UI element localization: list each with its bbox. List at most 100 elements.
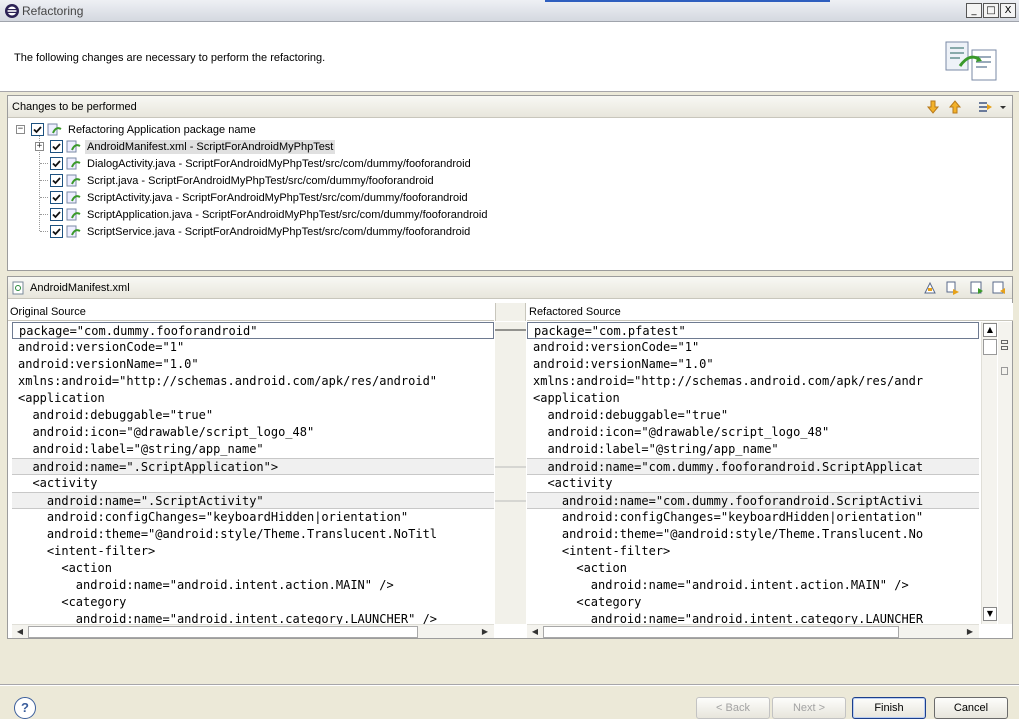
compare-file-title: AndroidManifest.xml <box>30 282 130 294</box>
close-button[interactable]: X <box>1000 3 1016 18</box>
scroll-left-button[interactable]: ◀ <box>14 626 26 638</box>
tree-connector <box>40 214 48 215</box>
refactored-code-line: <intent-filter> <box>533 544 671 558</box>
refactored-code-line: <category <box>533 595 642 609</box>
refactored-code-line: android:name="android.intent.action.MAIN… <box>533 578 909 592</box>
expand-toggle[interactable]: + <box>35 142 44 151</box>
next-difference-icon[interactable] <box>969 280 985 296</box>
compare-panel: AndroidManifest.xml Original Source Refa… <box>7 276 1013 639</box>
next-change-arrow-icon[interactable] <box>925 99 941 115</box>
original-code-line: <activity <box>18 476 98 490</box>
change-item[interactable]: + AndroidManifest.xml - ScriptForAndroidM… <box>35 138 336 155</box>
checkmark-icon <box>52 194 61 202</box>
window-title: Refactoring <box>22 4 84 18</box>
refactored-horizontal-scrollbar[interactable]: ◀ ▶ <box>527 624 979 638</box>
button-bar-separator-highlight <box>0 685 1019 686</box>
file-change-icon <box>66 208 81 220</box>
change-checkbox[interactable] <box>50 140 63 153</box>
scroll-down-button[interactable]: ▼ <box>983 607 997 621</box>
original-code-line: android:versionCode="1" <box>18 340 185 354</box>
refactored-code-line: android:icon="@drawable/script_logo_48" <box>533 425 830 439</box>
file-change-icon <box>66 191 81 203</box>
maximize-button[interactable]: □ <box>983 3 999 18</box>
tree-connector <box>40 163 48 164</box>
change-checkbox[interactable] <box>50 225 63 238</box>
next-button[interactable]: Next > <box>772 697 846 719</box>
collapse-toggle[interactable]: − <box>16 125 25 134</box>
checkmark-icon <box>52 160 61 168</box>
scroll-thumb[interactable] <box>28 626 418 638</box>
checkmark-icon <box>52 177 61 185</box>
refactoring-change-icon <box>47 123 62 135</box>
scroll-right-button[interactable]: ▶ <box>964 626 976 638</box>
original-source-editor[interactable]: package="com.dummy.fooforandroid" android… <box>12 322 494 624</box>
help-button[interactable]: ? <box>14 697 36 719</box>
refactored-code-line: android:versionName="1.0" <box>533 357 714 371</box>
previous-difference-icon[interactable] <box>991 280 1007 296</box>
change-item[interactable]: DialogActivity.java - ScriptForAndroidMy… <box>50 155 473 172</box>
change-item-label: DialogActivity.java - ScriptForAndroidMy… <box>87 157 471 170</box>
refactored-code-line: android:name="com.dummy.fooforandroid.Sc… <box>527 492 979 509</box>
copy-change-icon[interactable] <box>945 280 961 296</box>
wizard-message: The following changes are necessary to p… <box>14 52 326 64</box>
scroll-up-button[interactable]: ▲ <box>983 323 997 337</box>
refactored-code-line: android:name="com.dummy.fooforandroid.Sc… <box>527 458 979 475</box>
refactoring-wizard-icon <box>945 41 997 81</box>
refactored-code-line: xmlns:android="http://schemas.android.co… <box>533 374 924 388</box>
finish-button[interactable]: Finish <box>852 697 926 719</box>
change-checkbox[interactable] <box>50 157 63 170</box>
scroll-thumb[interactable] <box>543 626 899 638</box>
file-change-icon <box>66 225 81 237</box>
original-code-line: android:versionName="1.0" <box>18 357 199 371</box>
filter-changes-icon[interactable] <box>978 99 994 115</box>
change-item-label: Script.java - ScriptForAndroidMyPhpTest/… <box>87 174 434 187</box>
original-code-line: <action <box>18 561 112 575</box>
original-horizontal-scrollbar[interactable]: ◀ ▶ <box>12 624 494 638</box>
change-item[interactable]: Script.java - ScriptForAndroidMyPhpTest/… <box>50 172 436 189</box>
title-bar-accent <box>545 0 830 2</box>
tree-connector <box>40 197 48 198</box>
back-button[interactable]: < Back <box>696 697 770 719</box>
original-code-line: <application <box>18 391 105 405</box>
refactored-code-line: android:versionCode="1" <box>533 340 700 354</box>
original-code-line: android:name=".ScriptActivity" <box>12 492 494 509</box>
change-item[interactable]: ScriptService.java - ScriptForAndroidMyP… <box>50 223 472 240</box>
chevron-down-icon[interactable] <box>998 99 1008 115</box>
checkmark-icon <box>52 228 61 236</box>
minimize-button[interactable]: _ <box>966 3 982 18</box>
original-code-line: android:theme="@android:style/Theme.Tran… <box>18 527 438 541</box>
change-item[interactable]: ScriptApplication.java - ScriptForAndroi… <box>50 206 489 223</box>
xml-file-icon <box>12 281 24 295</box>
copy-all-left-to-right-icon[interactable] <box>922 280 938 296</box>
diff-gutter <box>495 322 526 624</box>
change-item[interactable]: ScriptActivity.java - ScriptForAndroidMy… <box>50 189 470 206</box>
tree-root-label: Refactoring Application package name <box>68 123 256 136</box>
scroll-left-button[interactable]: ◀ <box>529 626 541 638</box>
title-bar: Refactoring _ □ X <box>0 0 1019 22</box>
refactored-code-line: android:name="android.intent.category.LA… <box>533 612 924 624</box>
change-checkbox[interactable] <box>50 208 63 221</box>
previous-change-arrow-icon[interactable] <box>947 99 963 115</box>
change-checkbox[interactable] <box>50 174 63 187</box>
file-change-icon <box>66 157 81 169</box>
original-source-title: Original Source <box>8 303 494 321</box>
original-code-line: <category <box>18 595 127 609</box>
original-code-line: android:label="@string/app_name" <box>18 442 264 456</box>
change-checkbox[interactable] <box>50 191 63 204</box>
refactored-source-title: Refactored Source <box>527 303 1013 321</box>
checkmark-icon <box>52 211 61 219</box>
wizard-header: The following changes are necessary to p… <box>0 22 1019 92</box>
scroll-right-button[interactable]: ▶ <box>479 626 491 638</box>
tree-root[interactable]: − Refactoring Application package name <box>16 121 258 138</box>
refactored-code-line: <action <box>533 561 627 575</box>
vertical-scrollbar[interactable]: ▲ ▼ <box>981 322 997 624</box>
scroll-thumb[interactable] <box>983 339 997 355</box>
original-code-line: package="com.dummy.fooforandroid" <box>12 322 494 339</box>
cancel-button[interactable]: Cancel <box>934 697 1008 719</box>
changes-panel: Changes to be performed − Refactoring Ap… <box>7 95 1013 271</box>
change-item-label: ScriptService.java - ScriptForAndroidMyP… <box>87 225 471 238</box>
root-checkbox[interactable] <box>31 123 44 136</box>
original-code-line: xmlns:android="http://schemas.android.co… <box>18 374 438 388</box>
refactored-source-editor[interactable]: package="com.pfatest" android:versionCode… <box>527 322 979 624</box>
refactored-code-line: android:label="@string/app_name" <box>533 442 779 456</box>
